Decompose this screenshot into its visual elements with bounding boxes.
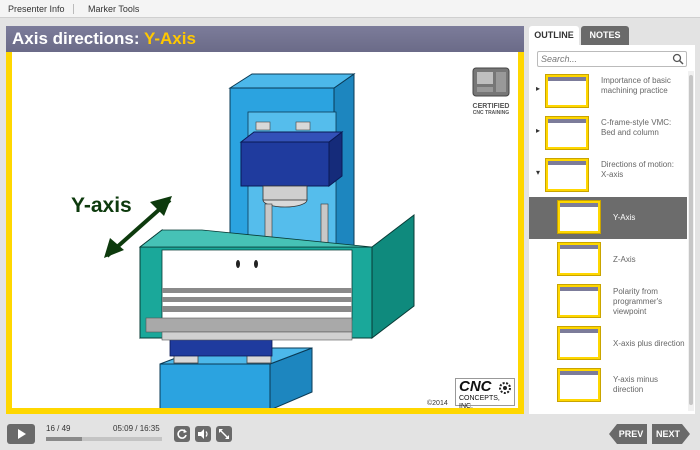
outline-item-y-minus[interactable]: Y-axis minus direction bbox=[529, 365, 687, 407]
cnc-concepts-logo: CNC CONCEPTS, INC. bbox=[455, 378, 515, 410]
base-front bbox=[159, 363, 271, 411]
replay-icon bbox=[177, 429, 187, 439]
playback-bar: 16 / 49 05:09 / 16:35 PREV NEXT bbox=[0, 418, 700, 450]
slide-title-text: Axis directions: bbox=[12, 29, 144, 48]
progress-fill bbox=[46, 437, 82, 441]
fullscreen-icon bbox=[219, 429, 229, 439]
outline-item-importance[interactable]: ▸ Importance of basic machining practice bbox=[529, 71, 687, 113]
expand-arrow-icon[interactable]: ▸ bbox=[536, 126, 540, 135]
outline-scrollbar-thumb[interactable] bbox=[689, 75, 693, 405]
prev-button[interactable]: PREV bbox=[609, 424, 647, 444]
volume-icon bbox=[198, 429, 208, 439]
fullscreen-button[interactable] bbox=[216, 426, 232, 442]
outline-item-label: Z-Axis bbox=[613, 255, 636, 264]
slide-counter: 16 / 49 bbox=[46, 424, 71, 433]
top-toolbar: Presenter Info Marker Tools bbox=[0, 0, 700, 18]
slide-thumbnail bbox=[557, 200, 601, 234]
outline-item-label: Y-axis minus direction bbox=[613, 375, 659, 394]
gear-icon bbox=[499, 382, 511, 394]
slide-title-highlight: Y-Axis bbox=[143, 29, 196, 48]
logo-line2: CNC TRAINING bbox=[472, 110, 510, 116]
outline-item-label: Importance of basic machining practice bbox=[601, 76, 671, 95]
collapse-arrow-icon[interactable]: ▾ bbox=[536, 168, 540, 177]
tab-notes[interactable]: NOTES bbox=[581, 26, 629, 45]
cnc-controller-icon bbox=[472, 67, 510, 97]
outline-item-polarity[interactable]: Polarity from programmer's viewpoint bbox=[529, 281, 687, 323]
slide-title: Axis directions: Y-Axis bbox=[12, 29, 196, 49]
slide-thumbnail bbox=[545, 116, 589, 150]
progress-bar[interactable] bbox=[46, 437, 162, 441]
outline-panel: Search... ▸ Importance of basic machinin… bbox=[529, 45, 695, 414]
slide-thumbnail bbox=[545, 74, 589, 108]
presenter-info-button[interactable]: Presenter Info bbox=[8, 0, 65, 18]
outline-item-label: X-axis plus direction bbox=[613, 339, 685, 348]
y-axis-label: Y-axis bbox=[71, 194, 132, 217]
next-button[interactable]: NEXT bbox=[652, 424, 690, 444]
outline-item-c-frame[interactable]: ▸ C-frame-style VMC: Bed and column bbox=[529, 113, 687, 155]
marker-tools-button[interactable]: Marker Tools bbox=[88, 0, 139, 18]
search-icon[interactable] bbox=[672, 53, 684, 65]
slide-frame: Axis directions: Y-Axis Y-axis CERTIFIED… bbox=[6, 26, 524, 414]
outline-item-label: Directions of motion: X-axis bbox=[601, 160, 674, 179]
search-input[interactable]: Search... bbox=[537, 51, 687, 67]
outline-item-z-axis[interactable]: Z-Axis bbox=[529, 239, 687, 281]
replay-button[interactable] bbox=[174, 426, 190, 442]
slide-canvas: Y-axis CERTIFIED CNC TRAINING CNC CONCEP… bbox=[12, 52, 518, 411]
volume-button[interactable] bbox=[195, 426, 211, 442]
tab-outline[interactable]: OUTLINE bbox=[529, 26, 579, 45]
outline-list: ▸ Importance of basic machining practice… bbox=[529, 71, 687, 411]
outline-item-label: Y-Axis bbox=[613, 213, 636, 222]
expand-arrow-icon[interactable]: ▸ bbox=[536, 84, 540, 93]
play-icon bbox=[18, 429, 26, 439]
brand-line2: CONCEPTS, INC. bbox=[459, 395, 500, 410]
play-button[interactable] bbox=[7, 424, 35, 444]
toolbar-divider bbox=[73, 4, 74, 14]
slide-thumbnail bbox=[557, 368, 601, 402]
slide-thumbnail bbox=[545, 158, 589, 192]
spindle-head bbox=[240, 141, 330, 187]
certified-cnc-training-logo: CERTIFIED CNC TRAINING bbox=[470, 66, 512, 116]
outline-item-label: Polarity from programmer's viewpoint bbox=[613, 287, 663, 316]
outline-item-label: C-frame-style VMC: Bed and column bbox=[601, 118, 672, 137]
player-window: Presenter Info Marker Tools Axis directi… bbox=[0, 0, 700, 450]
slide-thumbnail bbox=[557, 284, 601, 318]
outline-item-y-axis[interactable]: Y-Axis bbox=[529, 197, 687, 239]
sidebar-panel: OUTLINE NOTES Search... ▸ Importance of … bbox=[529, 26, 695, 414]
slide-thumbnail bbox=[557, 242, 601, 276]
slide-thumbnail bbox=[557, 326, 601, 360]
slide-title-bar: Axis directions: Y-Axis bbox=[6, 26, 524, 52]
logo-line1: CERTIFIED bbox=[472, 103, 510, 110]
copyright-text: ©2014 bbox=[427, 400, 448, 407]
outline-item-x-plus[interactable]: X-axis plus direction bbox=[529, 323, 687, 365]
outline-item-directions-x[interactable]: ▾ Directions of motion: X-axis bbox=[529, 155, 687, 197]
time-readout: 05:09 / 16:35 bbox=[113, 424, 160, 433]
vmc-machine-illustration bbox=[104, 73, 415, 411]
